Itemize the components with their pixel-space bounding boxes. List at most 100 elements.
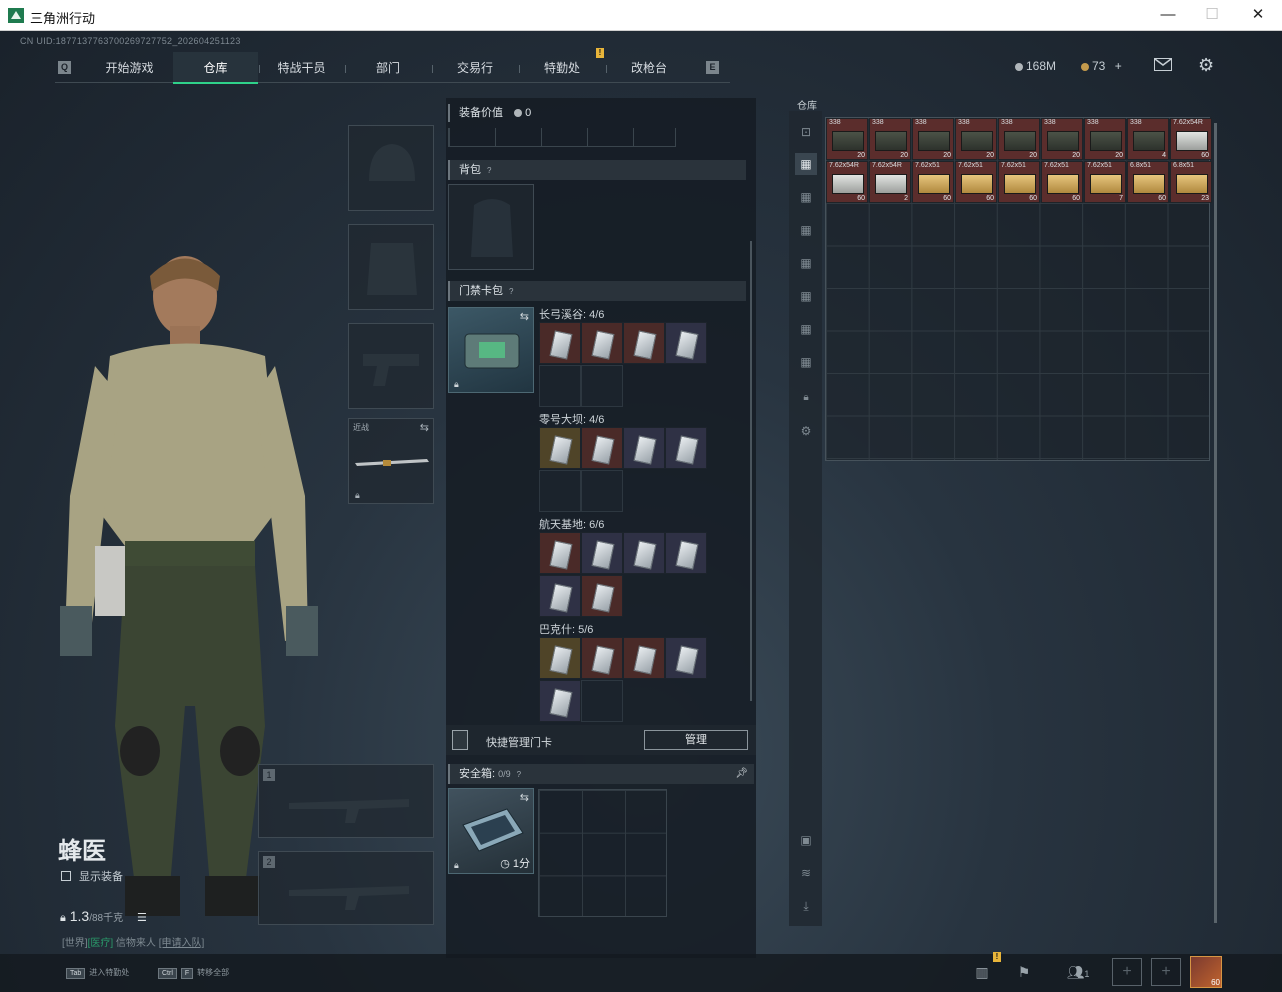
- manage-button[interactable]: 管理: [644, 730, 748, 750]
- keycard-scrollbar[interactable]: [750, 241, 752, 701]
- extend-icon[interactable]: ⤓: [795, 895, 817, 917]
- keycard-item[interactable]: [539, 575, 581, 617]
- keycard-item[interactable]: [539, 532, 581, 574]
- ammo-item[interactable]: 7.62x51 7: [1084, 161, 1126, 203]
- ammo-item[interactable]: 338 20: [1041, 118, 1083, 160]
- ammo-item[interactable]: 338 20: [869, 118, 911, 160]
- ammo-item[interactable]: 338 20: [955, 118, 997, 160]
- gold-currency[interactable]: 73 +: [1081, 59, 1122, 73]
- tab-department[interactable]: 部门: [345, 52, 431, 84]
- ammo-item[interactable]: 338 20: [826, 118, 868, 160]
- keycard-item[interactable]: [539, 427, 581, 469]
- keycard-item[interactable]: [539, 322, 581, 364]
- keycard-item[interactable]: [665, 532, 707, 574]
- warehouse-page-2-icon[interactable]: ▦: [795, 186, 817, 208]
- keycard-group-title: 长弓溪谷: 4/6: [539, 309, 605, 321]
- ammo-item[interactable]: 6.8x51 60: [1127, 161, 1169, 203]
- invite-slot-1[interactable]: +: [1112, 958, 1142, 986]
- pin-icon[interactable]: 📌︎: [735, 764, 748, 784]
- keycard-item[interactable]: [581, 532, 623, 574]
- keycard-item[interactable]: [581, 322, 623, 364]
- keycard-empty-slot[interactable]: [539, 365, 581, 407]
- sidearm-slot[interactable]: [348, 323, 434, 409]
- close-button[interactable]: ✕: [1238, 4, 1278, 26]
- warehouse-scrollbar[interactable]: [1214, 123, 1217, 923]
- armor-slot[interactable]: [348, 224, 434, 310]
- primary-weapon-slot-2[interactable]: 2: [258, 851, 434, 925]
- keycard-item[interactable]: [581, 637, 623, 679]
- keycard-item[interactable]: [623, 427, 665, 469]
- ammo-item[interactable]: 338 20: [1084, 118, 1126, 160]
- warehouse-page-3-icon[interactable]: ▦: [795, 219, 817, 241]
- layers-icon[interactable]: ≋: [795, 862, 817, 884]
- keycard-item[interactable]: [623, 322, 665, 364]
- mail-icon[interactable]: [1154, 58, 1172, 71]
- settings-gear-icon[interactable]: ⚙: [795, 420, 817, 442]
- tab-market[interactable]: 交易行: [432, 52, 518, 84]
- primary-weapon-slot-1[interactable]: 1: [258, 764, 434, 838]
- keycard-item[interactable]: [665, 637, 707, 679]
- join-team-link[interactable]: [申请入队]: [159, 938, 205, 949]
- keycard-item[interactable]: [581, 575, 623, 617]
- swap-icon[interactable]: ⇆: [520, 310, 529, 323]
- keycard-case[interactable]: ⇆ 🔒︎: [448, 307, 534, 393]
- keycard-empty-slot[interactable]: [581, 470, 623, 512]
- flag-icon[interactable]: ⚑: [1007, 957, 1041, 987]
- warehouse-page-6-icon[interactable]: ▦: [795, 318, 817, 340]
- warehouse-page-5-icon[interactable]: ▦: [795, 285, 817, 307]
- hint-transfer-all[interactable]: Ctrl F 转移全部: [158, 967, 229, 979]
- hint-enter-special-ops[interactable]: Tab 进入特勤处: [66, 967, 129, 979]
- tab-start-game[interactable]: 开始游戏: [87, 52, 172, 84]
- ammo-item[interactable]: 338 20: [998, 118, 1040, 160]
- ammo-item[interactable]: 7.62x51 60: [998, 161, 1040, 203]
- nav-key-right[interactable]: E: [706, 61, 719, 74]
- keycard-item[interactable]: [539, 680, 581, 722]
- keycard-empty-slot[interactable]: [581, 365, 623, 407]
- friends-icon[interactable]: 👥︎1: [1058, 957, 1098, 987]
- item-filter-icon[interactable]: ▣: [795, 829, 817, 851]
- ammo-item[interactable]: 7.62x54R 60: [826, 161, 868, 203]
- lock-icon[interactable]: 🔒︎: [795, 387, 817, 409]
- keycard-item[interactable]: [623, 637, 665, 679]
- safebox-item[interactable]: ⇆ 🔒︎ ◷ 1分: [448, 788, 534, 874]
- warehouse-page-1-icon[interactable]: ▦: [795, 153, 817, 175]
- keycard-item[interactable]: [623, 532, 665, 574]
- ammo-item[interactable]: 338 4: [1127, 118, 1169, 160]
- quick-manage-label: 快捷管理门卡: [486, 737, 552, 749]
- backpack-slot[interactable]: [448, 184, 534, 270]
- list-icon[interactable]: ☰: [137, 912, 147, 924]
- invite-slot-2[interactable]: +: [1151, 958, 1181, 986]
- keycard-manage-icon: [452, 730, 468, 750]
- ammo-item[interactable]: 7.62x51 60: [955, 161, 997, 203]
- checkbox-icon[interactable]: [61, 871, 71, 881]
- keycard-item[interactable]: [581, 427, 623, 469]
- tab-special-ops[interactable]: 特勤处: [519, 52, 605, 84]
- swap-icon[interactable]: ⇆: [520, 791, 529, 804]
- keycard-item[interactable]: [665, 322, 707, 364]
- minimize-button[interactable]: —: [1148, 4, 1188, 26]
- keycard-item[interactable]: [665, 427, 707, 469]
- tab-warehouse[interactable]: 仓库: [173, 52, 258, 84]
- ammo-item[interactable]: 7.62x54R 60: [1170, 118, 1212, 160]
- safebox-grid[interactable]: [538, 789, 667, 917]
- keycard-item[interactable]: [539, 637, 581, 679]
- rig-slots[interactable]: [448, 128, 676, 147]
- tab-operators[interactable]: 特战干员: [259, 52, 344, 84]
- keycard-empty-slot[interactable]: [539, 470, 581, 512]
- warehouse-page-7-icon[interactable]: ▦: [795, 351, 817, 373]
- warehouse-page-4-icon[interactable]: ▦: [795, 252, 817, 274]
- show-equipment-toggle[interactable]: 显示装备: [61, 868, 123, 884]
- ammo-item[interactable]: 7.62x51 60: [1041, 161, 1083, 203]
- avatar[interactable]: 60: [1190, 956, 1222, 988]
- ammo-item[interactable]: 6.8x51 23: [1170, 161, 1212, 203]
- ammo-item[interactable]: 7.62x54R 2: [869, 161, 911, 203]
- melee-slot[interactable]: 近战 ⇆ 🔒︎: [348, 418, 434, 504]
- ammo-item[interactable]: 7.62x51 60: [912, 161, 954, 203]
- sort-icon[interactable]: ⊡: [795, 121, 817, 143]
- settings-gear-icon[interactable]: ⚙: [1198, 55, 1214, 76]
- maximize-button[interactable]: ☐: [1192, 4, 1232, 26]
- ammo-item[interactable]: 338 20: [912, 118, 954, 160]
- keycard-empty-slot[interactable]: [581, 680, 623, 722]
- helmet-slot[interactable]: [348, 125, 434, 211]
- tab-gunsmith[interactable]: 改枪台: [606, 52, 692, 84]
